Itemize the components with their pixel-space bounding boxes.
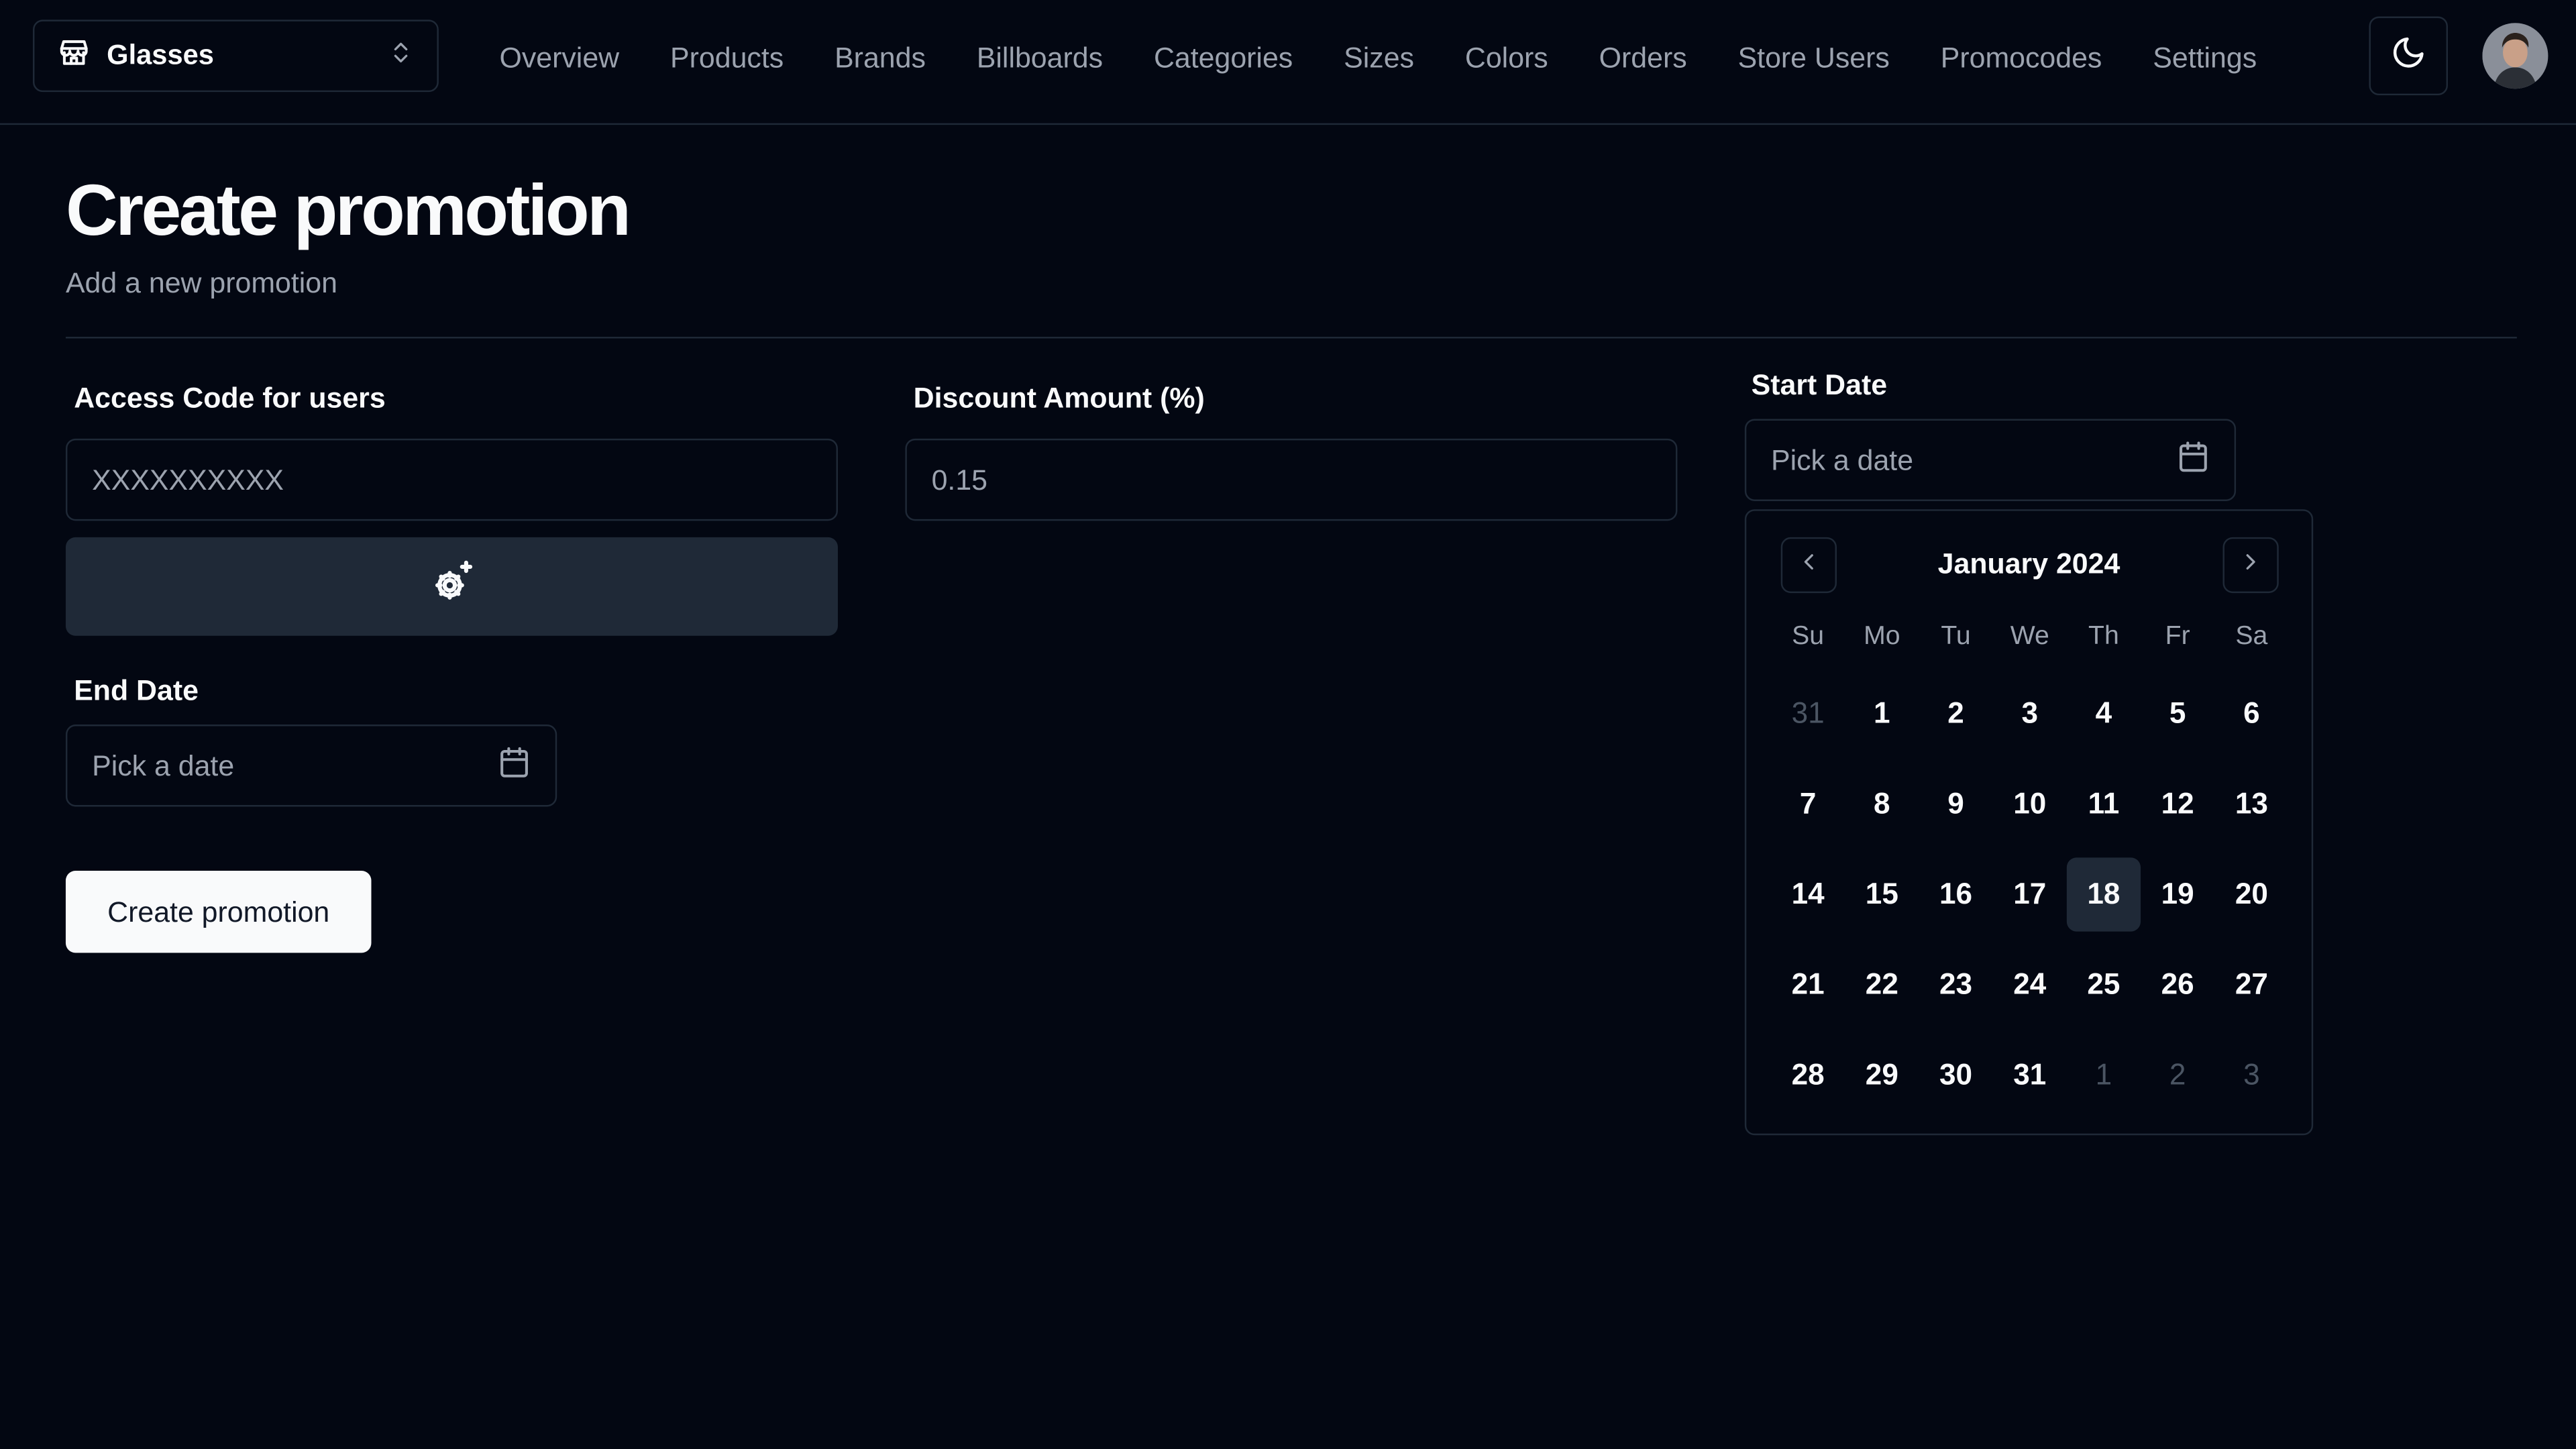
nav-link-store-users[interactable]: Store Users [1738, 40, 1890, 74]
nav-link-overview[interactable]: Overview [499, 40, 619, 74]
start-date-placeholder: Pick a date [1771, 443, 1914, 476]
nav-link-promocodes[interactable]: Promocodes [1941, 40, 2102, 74]
calendar-day[interactable]: 8 [1845, 767, 1919, 841]
calendar-day[interactable]: 5 [2141, 677, 2214, 751]
page-title: Create promotion [65, 170, 631, 252]
nav-link-sizes[interactable]: Sizes [1344, 40, 1414, 74]
calendar-day[interactable]: 12 [2141, 767, 2214, 841]
calendar-day[interactable]: 24 [1993, 948, 2067, 1022]
weekday-label: Su [1792, 623, 1825, 651]
calendar-day[interactable]: 17 [1993, 857, 2067, 931]
user-avatar[interactable] [2482, 23, 2548, 89]
start-date-label: Start Date [1751, 368, 1888, 401]
weekday-label: Tu [1941, 623, 1971, 651]
calendar-day[interactable]: 31 [1771, 677, 1845, 751]
next-month-button[interactable] [2222, 537, 2279, 594]
end-date-picker-button[interactable]: Pick a date [65, 724, 557, 807]
store-switcher[interactable]: Glasses [32, 19, 439, 93]
calendar-day[interactable]: 20 [2214, 857, 2288, 931]
calendar-grid: 31 1 2 3 4 5 6 7 8 9 10 11 12 13 14 15 16 17 18 19 20 21 22 23 2… [1771, 677, 2288, 1128]
discount-input[interactable] [905, 438, 1678, 521]
calendar-icon [498, 745, 531, 786]
main-nav: Overview Products Brands Billboards Categori… [499, 0, 2308, 115]
access-code-label: Access Code for users [74, 381, 386, 415]
nav-link-colors[interactable]: Colors [1465, 40, 1548, 74]
calendar-day[interactable]: 19 [2141, 857, 2214, 931]
weekday-header: Su Mo Tu We Th Fr Sa [1771, 623, 2288, 652]
nav-link-categories[interactable]: Categories [1154, 40, 1293, 74]
calendar-week-row: 21 22 23 24 25 26 27 [1771, 948, 2288, 1038]
weekday-label: We [2010, 623, 2049, 651]
calendar-day[interactable]: 29 [1845, 1038, 1919, 1112]
store-icon [58, 36, 91, 76]
weekday-label: Mo [1864, 623, 1900, 651]
weekday-label: Th [2088, 623, 2119, 651]
calendar-day[interactable]: 16 [1919, 857, 1992, 931]
calendar-week-row: 28 29 30 31 1 2 3 [1771, 1038, 2288, 1129]
calendar-icon [2177, 439, 2210, 480]
calendar-day[interactable]: 10 [1993, 767, 2067, 841]
end-date-label: End Date [74, 674, 199, 707]
nav-link-products[interactable]: Products [670, 40, 784, 74]
calendar-week-row: 14 15 16 17 18 19 20 [1771, 857, 2288, 948]
calendar-day-today[interactable]: 18 [2066, 857, 2141, 932]
calendar-day[interactable]: 31 [1993, 1038, 2067, 1112]
date-calendar: January 2024 Su Mo Tu We Th Fr Sa 31 1 2 3 4 5 6 7 8 9 1… [1744, 509, 2314, 1136]
weekday-label: Fr [2165, 623, 2190, 651]
discount-label: Discount Amount (%) [913, 381, 1205, 415]
calendar-day[interactable]: 2 [2141, 1038, 2214, 1112]
nav-link-brands[interactable]: Brands [835, 40, 926, 74]
create-promotion-button[interactable]: Create promotion [65, 870, 372, 953]
calendar-day[interactable]: 21 [1771, 948, 1845, 1022]
calendar-day[interactable]: 15 [1845, 857, 1919, 931]
calendar-day[interactable]: 1 [2067, 1038, 2141, 1112]
access-code-input[interactable] [65, 438, 838, 521]
cog-sparkle-icon [427, 557, 476, 615]
divider [65, 337, 2517, 339]
calendar-day[interactable]: 4 [2067, 677, 2141, 751]
calendar-day[interactable]: 30 [1919, 1038, 1992, 1112]
calendar-day[interactable]: 3 [2214, 1038, 2288, 1112]
calendar-day[interactable]: 1 [1845, 677, 1919, 751]
calendar-day[interactable]: 9 [1919, 767, 1992, 841]
calendar-day[interactable]: 7 [1771, 767, 1845, 841]
calendar-day[interactable]: 3 [1993, 677, 2067, 751]
start-date-picker-button[interactable]: Pick a date [1744, 419, 2237, 501]
weekday-label: Sa [2235, 623, 2268, 651]
calendar-day[interactable]: 27 [2214, 948, 2288, 1022]
calendar-day[interactable]: 26 [2141, 948, 2214, 1022]
generate-code-button[interactable] [65, 537, 838, 636]
calendar-day[interactable]: 11 [2067, 767, 2141, 841]
calendar-day[interactable]: 2 [1919, 677, 1992, 751]
chevrons-up-down-icon [388, 39, 414, 73]
theme-toggle-button[interactable] [2369, 16, 2449, 96]
chevron-right-icon [2238, 548, 2264, 582]
nav-link-billboards[interactable]: Billboards [977, 40, 1103, 74]
top-navigation-bar: Glasses Overview Products Brands Billboards… [0, 0, 2576, 125]
calendar-day[interactable]: 14 [1771, 857, 1845, 931]
nav-link-orders[interactable]: Orders [1599, 40, 1687, 74]
nav-link-settings[interactable]: Settings [2153, 40, 2257, 74]
calendar-week-row: 7 8 9 10 11 12 13 [1771, 767, 2288, 858]
calendar-day[interactable]: 22 [1845, 948, 1919, 1022]
calendar-day[interactable]: 28 [1771, 1038, 1845, 1112]
moon-icon [2390, 34, 2426, 78]
calendar-day[interactable]: 6 [2214, 677, 2288, 751]
calendar-day[interactable]: 13 [2214, 767, 2288, 841]
calendar-day[interactable]: 23 [1919, 948, 1992, 1022]
calendar-day[interactable]: 25 [2067, 948, 2141, 1022]
calendar-week-row: 31 1 2 3 4 5 6 [1771, 677, 2288, 767]
end-date-placeholder: Pick a date [92, 748, 235, 782]
store-name: Glasses [107, 39, 214, 71]
page-subtitle: Add a new promotion [65, 266, 338, 299]
